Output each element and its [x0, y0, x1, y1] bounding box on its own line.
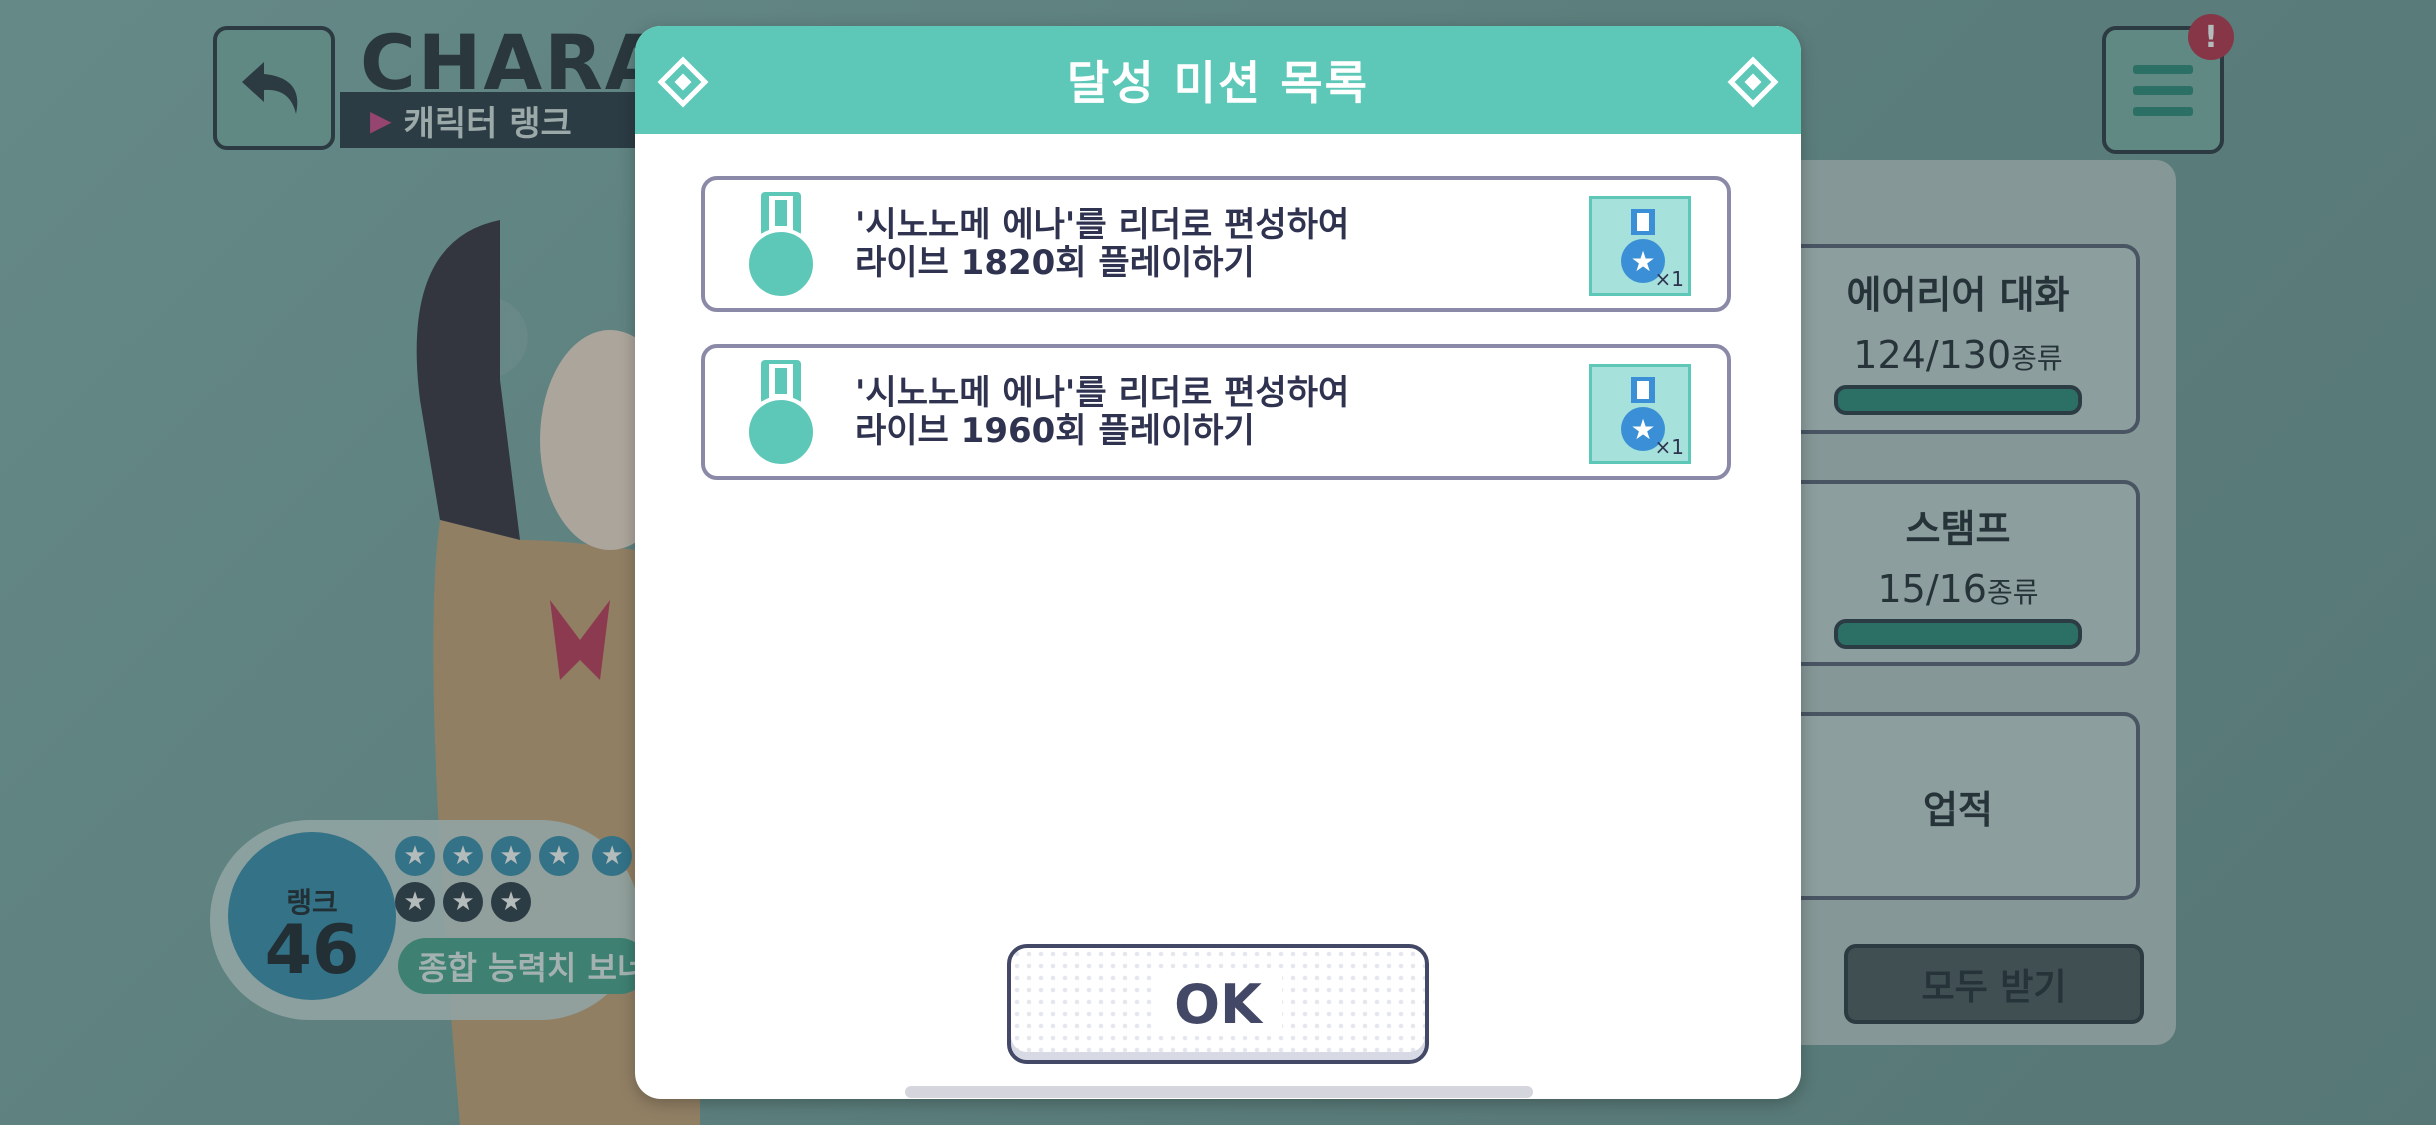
ok-button[interactable]: OK: [1007, 944, 1429, 1064]
scroll-indicator[interactable]: [905, 1086, 1533, 1098]
svg-text:★: ★: [1630, 245, 1655, 278]
achieved-missions-dialog: 달성 미션 목록 '시노노메 에나'를 리더로 편성하여 라이브 1820회 플…: [635, 26, 1801, 1099]
medal-icon: [745, 192, 817, 300]
diamond-icon: [1727, 56, 1779, 108]
mission-description: '시노노메 에나'를 리더로 편성하여 라이브 1820회 플레이하기: [855, 205, 1350, 283]
diamond-icon: [657, 56, 709, 108]
dialog-header: 달성 미션 목록: [635, 26, 1801, 134]
reward-item: ★ ×1: [1589, 364, 1691, 464]
reward-quantity: ×1: [1654, 435, 1684, 459]
reward-item: ★ ×1: [1589, 196, 1691, 296]
reward-quantity: ×1: [1654, 267, 1684, 291]
mission-item: '시노노메 에나'를 리더로 편성하여 라이브 1820회 플레이하기 ★ ×1: [701, 176, 1731, 312]
medal-icon: [745, 360, 817, 468]
mission-description: '시노노메 에나'를 리더로 편성하여 라이브 1960회 플레이하기: [855, 373, 1350, 451]
svg-text:★: ★: [1630, 413, 1655, 446]
mission-item: '시노노메 에나'를 리더로 편성하여 라이브 1960회 플레이하기 ★ ×1: [701, 344, 1731, 480]
ok-button-label: OK: [1154, 972, 1282, 1036]
dialog-title: 달성 미션 목록: [1067, 56, 1369, 110]
